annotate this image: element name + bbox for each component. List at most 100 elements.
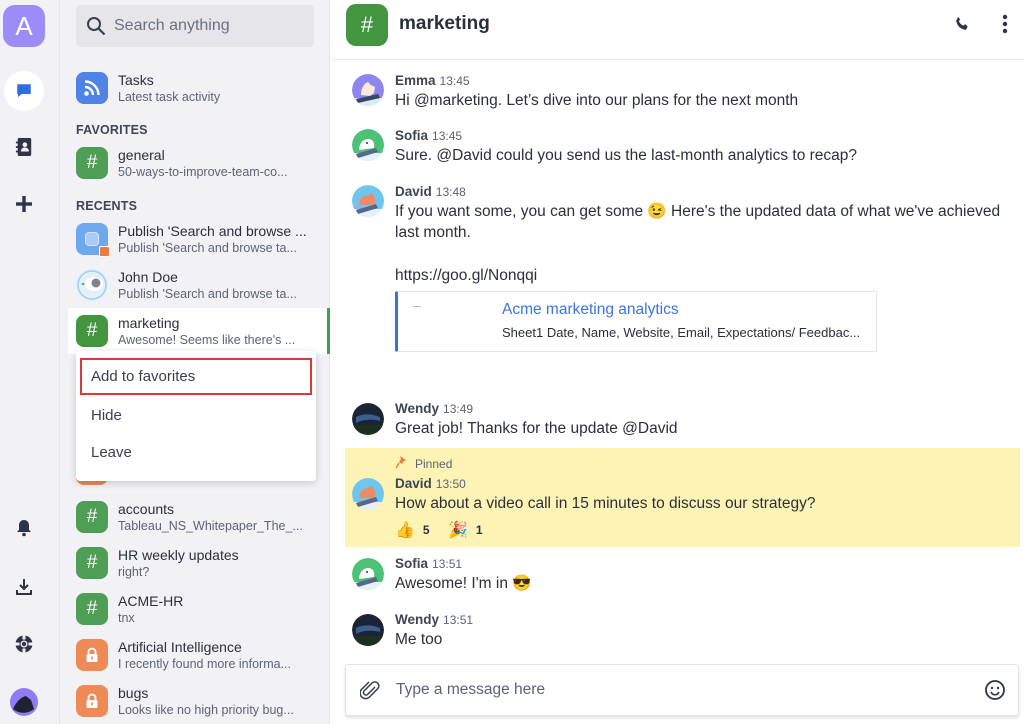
reaction-thumbs-up[interactable]: 👍 5 [395, 520, 430, 540]
channel-context-menu: Add to favorites Hide Leave [76, 351, 316, 481]
message-text: If you want some, you can get some 😉 Her… [395, 203, 1001, 220]
wendy-avatar[interactable] [352, 614, 384, 646]
message-input[interactable]: Type a message here [396, 681, 545, 699]
timestamp: 13:51 [443, 613, 474, 627]
author-name[interactable]: David [395, 476, 432, 491]
preview-title[interactable]: Acme marketing analytics [502, 301, 679, 319]
message-text: Great job! Thanks for the update @David [395, 420, 678, 437]
bell-icon[interactable] [4, 508, 44, 548]
add-icon[interactable] [4, 184, 44, 224]
chat-icon[interactable] [4, 71, 44, 111]
sofia-avatar[interactable] [352, 558, 384, 590]
lock-icon [76, 685, 108, 717]
sidebar-item-tasks[interactable]: Tasks Latest task activity [68, 65, 330, 111]
item-title: bugs [118, 684, 149, 701]
timestamp: 13:48 [435, 185, 466, 199]
item-subtitle: Looks like no high priority bug... [118, 702, 294, 717]
author-name[interactable]: Emma [395, 73, 436, 88]
david-avatar[interactable] [352, 185, 384, 217]
hash-icon: # [76, 593, 108, 625]
app-rail: A [0, 0, 60, 724]
sidebar-item-general[interactable]: # general 50-ways-to-improve-team-co... [68, 140, 330, 186]
timestamp: 13:49 [443, 402, 474, 416]
reaction-count: 5 [422, 523, 430, 537]
item-subtitle: I recently found more informa... [118, 656, 291, 671]
link-preview-card[interactable]: Acme marketing analytics Sheet1 Date, Na… [395, 291, 877, 352]
message-text: Me too [395, 631, 443, 648]
author-name[interactable]: Sofia [395, 556, 428, 571]
message-composer[interactable]: Type a message here [345, 664, 1019, 716]
message-text-continued: last month. [395, 224, 471, 241]
sidebar-item-acme-hr[interactable]: # ACME-HR tnx [68, 586, 330, 632]
preview-description: Sheet1 Date, Name, Website, Email, Expec… [502, 325, 861, 340]
reaction-count: 1 [475, 523, 483, 537]
item-title: Artificial Intelligence [118, 638, 242, 655]
lock-icon [76, 639, 108, 671]
wendy-avatar[interactable] [352, 403, 384, 435]
timestamp: 13:50 [435, 477, 466, 491]
message-text: Sure. @David could you send us the last-… [395, 147, 858, 164]
lock-badge-icon [99, 246, 110, 257]
timestamp: 13:45 [439, 74, 470, 88]
pin-icon [395, 456, 406, 469]
party-popper-icon: 🎉 [448, 522, 468, 539]
item-title: ACME-HR [118, 592, 184, 609]
hash-icon: # [76, 501, 108, 533]
message-text: Hi @marketing. Let’s dive into our plans… [395, 92, 799, 109]
reaction-party[interactable]: 🎉 1 [448, 520, 483, 540]
item-title: John Doe [118, 268, 178, 285]
item-title: Tasks [118, 71, 154, 88]
hash-icon: # [76, 547, 108, 579]
message-link[interactable]: https://goo.gl/Nonqqi [395, 265, 1005, 286]
workspace-logo[interactable]: A [3, 5, 45, 47]
favorites-heading: FAVORITES [76, 123, 148, 137]
hash-icon: # [76, 315, 108, 347]
search-icon [87, 17, 106, 36]
user-avatar[interactable] [4, 682, 44, 722]
john-doe-avatar [76, 269, 108, 301]
recents-heading: RECENTS [76, 199, 138, 213]
hash-icon: # [346, 4, 388, 46]
sidebar-item-artificial-intelligence[interactable]: Artificial Intelligence I recently found … [68, 632, 330, 678]
help-icon[interactable] [4, 624, 44, 664]
author-name[interactable]: Wendy [395, 401, 439, 416]
sidebar-item-publish[interactable]: Publish 'Search and browse ... Publish 'S… [68, 216, 330, 262]
emma-avatar[interactable] [352, 74, 384, 106]
author-name[interactable]: Wendy [395, 612, 439, 627]
phone-icon[interactable] [950, 12, 974, 36]
emoji-icon[interactable] [984, 679, 1006, 701]
message-text: How about a video call in 15 minutes to … [395, 495, 816, 512]
item-title: marketing [118, 314, 180, 331]
item-title: general [118, 146, 165, 163]
author-name[interactable]: Sofia [395, 128, 428, 143]
attach-icon[interactable] [360, 679, 380, 701]
search-placeholder: Search anything [114, 17, 230, 34]
item-subtitle: Publish 'Search and browse ta... [118, 240, 297, 255]
hash-icon: # [76, 147, 108, 179]
sidebar-item-accounts[interactable]: # accounts Tableau_NS_Whitepaper_The_... [68, 494, 330, 540]
sidebar-item-marketing[interactable]: # marketing Awesome! Seems like there's .… [68, 308, 330, 354]
menu-item-leave[interactable]: Leave [80, 434, 312, 471]
sofia-avatar[interactable] [352, 129, 384, 161]
sidebar-item-hr-weekly-updates[interactable]: # HR weekly updates right? [68, 540, 330, 586]
author-name[interactable]: David [395, 184, 432, 199]
more-options-icon[interactable] [993, 12, 1017, 36]
rss-icon [76, 72, 108, 104]
david-avatar[interactable] [352, 478, 384, 510]
item-subtitle: right? [118, 564, 150, 579]
item-subtitle: 50-ways-to-improve-team-co... [118, 164, 288, 179]
download-icon[interactable] [4, 567, 44, 607]
item-subtitle: Tableau_NS_Whitepaper_The_... [118, 518, 303, 533]
menu-item-add-to-favorites[interactable]: Add to favorites [80, 358, 312, 395]
menu-item-hide[interactable]: Hide [80, 397, 312, 434]
timestamp: 13:51 [432, 557, 463, 571]
contacts-icon[interactable] [4, 127, 44, 167]
timestamp: 13:45 [432, 129, 463, 143]
item-subtitle: Publish 'Search and browse ta... [118, 286, 297, 301]
sidebar-item-bugs[interactable]: bugs Looks like no high priority bug... [68, 678, 330, 724]
search-input[interactable]: Search anything [76, 5, 314, 47]
thumbs-up-icon: 👍 [395, 522, 415, 539]
preview-thumbnail [413, 306, 421, 307]
item-title: HR weekly updates [118, 546, 239, 563]
sidebar-item-john-doe[interactable]: John Doe Publish 'Search and browse ta... [68, 262, 330, 308]
